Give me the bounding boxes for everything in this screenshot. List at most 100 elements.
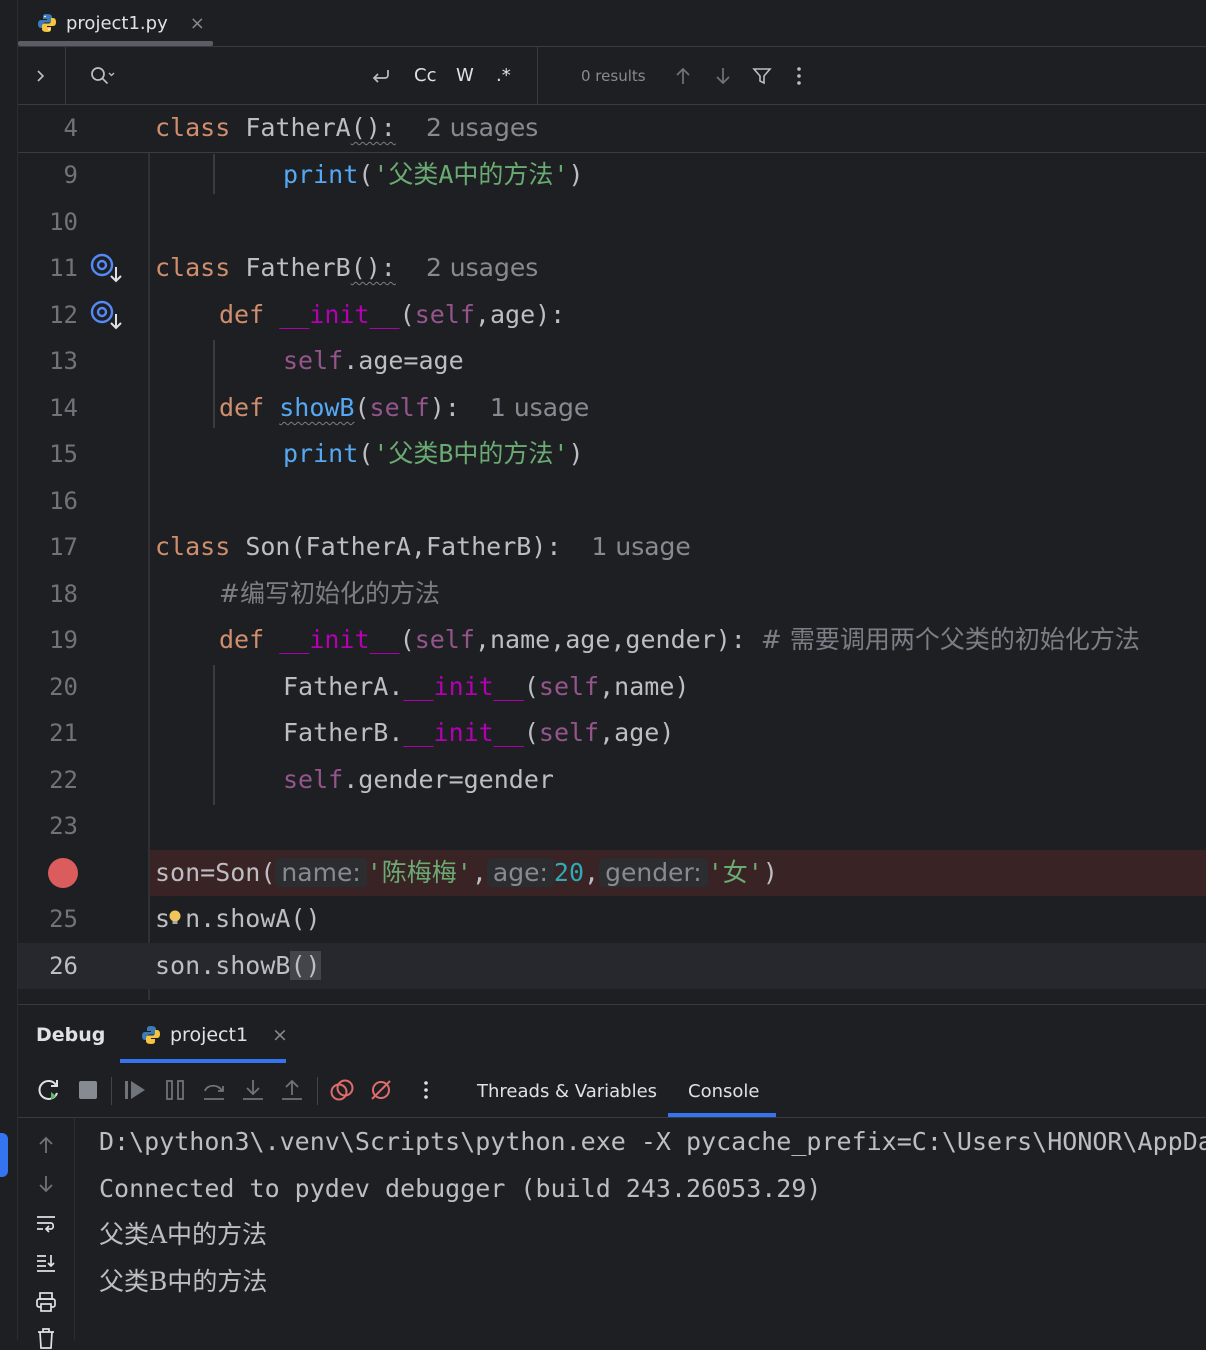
- scroll-down-icon[interactable]: [34, 1172, 58, 1196]
- code-line-19[interactable]: 19 def __init__(self,name,age,gender): #…: [18, 617, 1206, 663]
- more-options-icon[interactable]: [796, 47, 802, 104]
- line-number: 12: [49, 301, 78, 329]
- line-number: 16: [49, 487, 78, 515]
- whole-words-button[interactable]: W: [456, 47, 474, 104]
- expand-replace-chevron-icon[interactable]: [34, 47, 48, 104]
- code-line-14[interactable]: 14 def showB(self): 1 usage: [18, 385, 1206, 431]
- scroll-up-icon[interactable]: [34, 1133, 58, 1157]
- sticky-line[interactable]: 4 class FatherA(): 2 usages: [18, 105, 1206, 153]
- line-number: 23: [49, 812, 78, 840]
- code-line-23[interactable]: 23: [18, 803, 1206, 849]
- search-input[interactable]: [138, 47, 368, 104]
- usages-hint[interactable]: 1 usage: [592, 532, 691, 561]
- active-tab-indicator: [18, 41, 213, 46]
- match-case-button[interactable]: Cc: [414, 47, 436, 104]
- left-tool-strip: [0, 0, 18, 1340]
- search-results-count: 0 results: [581, 66, 646, 85]
- code-line-9[interactable]: 9 print('父类A中的方法'): [18, 152, 1206, 198]
- code-editor[interactable]: 4 class FatherA(): 2 usages 9 print('父类A…: [18, 105, 1206, 1000]
- debug-toolbar: Threads & Variables Console: [18, 1065, 1206, 1118]
- scroll-to-end-icon[interactable]: [34, 1251, 58, 1275]
- divider: [65, 47, 66, 104]
- close-session-icon[interactable]: ×: [272, 1024, 288, 1046]
- active-session-indicator: [120, 1059, 286, 1063]
- resume-icon[interactable]: [122, 1077, 148, 1103]
- print-icon[interactable]: [34, 1290, 58, 1314]
- line-number: 13: [49, 347, 78, 375]
- view-breakpoints-icon[interactable]: [329, 1077, 355, 1103]
- line-number: 19: [49, 626, 78, 654]
- line-number: 22: [49, 766, 78, 794]
- code-line-11[interactable]: 11 class FatherB(): 2 usages: [18, 245, 1206, 291]
- line-number: 9: [63, 161, 78, 189]
- code-line-22[interactable]: 22 self.gender=gender: [18, 757, 1206, 803]
- pause-icon[interactable]: [162, 1077, 188, 1103]
- editor-tab-bar: project1.py ×: [18, 0, 1206, 47]
- line-number: 26: [49, 952, 78, 980]
- debug-session-tab[interactable]: project1 ×: [140, 1005, 288, 1065]
- code-line-18[interactable]: 18 #编写初始化的方法: [18, 571, 1206, 617]
- line-number: 14: [49, 394, 78, 422]
- line-number: 18: [49, 580, 78, 608]
- usages-hint[interactable]: 1 usage: [490, 393, 589, 422]
- clear-all-icon[interactable]: [34, 1326, 58, 1350]
- stop-icon[interactable]: [75, 1077, 101, 1103]
- code-line-17[interactable]: 17 class Son(FatherA,FatherB): 1 usage: [18, 524, 1206, 570]
- step-into-icon[interactable]: [240, 1077, 266, 1103]
- code-line-13[interactable]: 13 self.age=age: [18, 338, 1206, 384]
- line-number: 17: [49, 533, 78, 561]
- usages-hint[interactable]: 2 usages: [426, 113, 538, 142]
- more-options-icon[interactable]: [413, 1077, 439, 1103]
- parameter-hint: name:: [275, 858, 367, 887]
- code-line-21[interactable]: 21 FatherB.__init__(self,age): [18, 710, 1206, 756]
- code-line-16[interactable]: 16: [18, 478, 1206, 524]
- search-icon[interactable]: [90, 47, 116, 104]
- debug-session-label: project1: [170, 1024, 249, 1046]
- step-out-icon[interactable]: [279, 1077, 305, 1103]
- console-line: 父类A中的方法: [99, 1220, 268, 1249]
- line-number: 11: [49, 254, 78, 282]
- code-line-12[interactable]: 12 def __init__(self,age):: [18, 292, 1206, 338]
- implemented-overridden-icon[interactable]: [90, 298, 124, 332]
- debug-tool-window-header: Debug project1 ×: [18, 1004, 1206, 1066]
- active-tool-indicator[interactable]: [0, 1133, 8, 1177]
- line-number: 4: [63, 114, 78, 142]
- line-number: 20: [49, 673, 78, 701]
- code-line-15[interactable]: 15 print('父类B中的方法'): [18, 431, 1206, 477]
- tab-filename: project1.py: [66, 12, 168, 34]
- close-tab-icon[interactable]: ×: [190, 13, 205, 34]
- soft-wrap-icon[interactable]: [34, 1212, 58, 1236]
- filter-icon[interactable]: [752, 47, 772, 104]
- tab-threads-variables[interactable]: Threads & Variables: [477, 1065, 657, 1117]
- tab-console[interactable]: Console: [688, 1065, 759, 1117]
- usages-hint[interactable]: 2 usages: [426, 253, 538, 282]
- find-bar: Cc W .* 0 results: [18, 47, 1206, 105]
- console-line: 父类B中的方法: [99, 1267, 268, 1296]
- debug-title: Debug: [36, 1024, 106, 1046]
- regex-button[interactable]: .*: [496, 47, 511, 104]
- code-line-24[interactable]: son=Son(name: '陈梅梅', age: 20, gender: '女'): [18, 850, 1206, 896]
- code-line: class FatherA(): 2 usages: [155, 113, 539, 142]
- previous-occurrence-icon[interactable]: [674, 47, 692, 104]
- breakpoint-icon[interactable]: [48, 858, 78, 888]
- code-line-25[interactable]: 25 s n.showA(): [18, 896, 1206, 942]
- code-line-10[interactable]: 10: [18, 199, 1206, 245]
- lightbulb-icon[interactable]: [168, 910, 182, 926]
- rerun-icon[interactable]: [36, 1077, 62, 1103]
- code-line-26[interactable]: 26 son.showB(): [18, 943, 1206, 989]
- divider: [317, 1077, 318, 1105]
- divider: [111, 1077, 112, 1105]
- console-line: D:\python3\.venv\Scripts\python.exe -X p…: [99, 1127, 1206, 1156]
- line-number: 21: [49, 719, 78, 747]
- mute-breakpoints-icon[interactable]: [368, 1077, 394, 1103]
- next-occurrence-icon[interactable]: [714, 47, 732, 104]
- implemented-overridden-icon[interactable]: [90, 251, 124, 285]
- python-file-icon: [142, 1026, 160, 1044]
- code-line-20[interactable]: 20 FatherA.__init__(self,name): [18, 664, 1206, 710]
- console-output[interactable]: D:\python3\.venv\Scripts\python.exe -X p…: [75, 1118, 1206, 1340]
- parameter-hint: gender:: [599, 858, 708, 887]
- new-line-icon[interactable]: [370, 47, 392, 104]
- tab-project1-py[interactable]: project1.py ×: [36, 0, 205, 46]
- step-over-icon[interactable]: [201, 1077, 227, 1103]
- matched-brackets: (): [290, 951, 321, 980]
